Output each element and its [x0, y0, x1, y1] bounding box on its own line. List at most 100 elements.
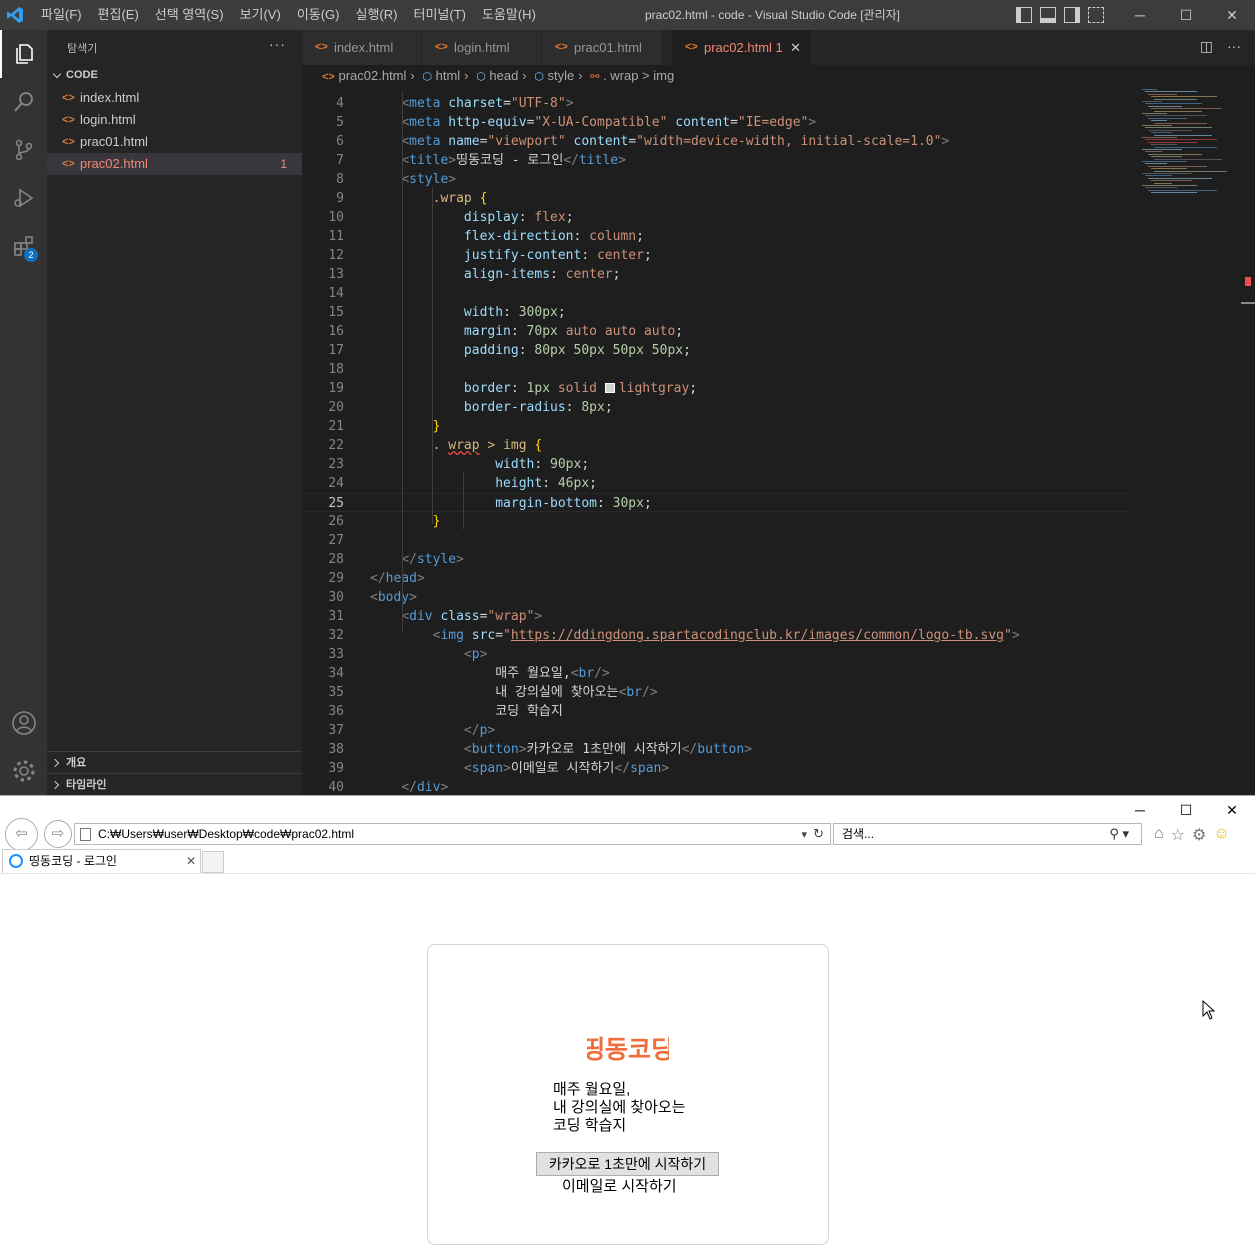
code-line[interactable]: 26 } — [302, 512, 1132, 531]
tab-login[interactable]: <> login.html — [422, 30, 542, 65]
toggle-sidebar-icon[interactable] — [1016, 7, 1032, 23]
source-control-icon[interactable] — [0, 126, 47, 174]
file-item-index[interactable]: <> index.html — [47, 87, 302, 109]
feedback-smiley-icon[interactable]: ☺ — [1213, 825, 1229, 845]
code-line[interactable]: 10 display: flex; — [302, 208, 1132, 227]
code-line[interactable]: 14 — [302, 284, 1132, 303]
menu-file[interactable]: 파일(F) — [33, 0, 90, 30]
breadcrumb-style[interactable]: style — [548, 68, 575, 83]
close-icon[interactable]: ✕ — [790, 30, 801, 65]
code-line[interactable]: 40 </div> — [302, 778, 1132, 795]
new-tab-icon[interactable] — [202, 851, 224, 873]
code-line[interactable]: 11 flex-direction: column; — [302, 227, 1132, 246]
file-item-prac01[interactable]: <> prac01.html — [47, 131, 302, 153]
code-line[interactable]: 8 <style> — [302, 170, 1132, 189]
breadcrumb-selector[interactable]: . wrap > img — [603, 68, 674, 83]
menu-edit[interactable]: 편집(E) — [90, 0, 147, 30]
search-input[interactable]: 검색... — [842, 824, 874, 844]
folder-header[interactable]: CODE — [47, 66, 302, 86]
refresh-icon[interactable]: ↻ — [813, 826, 824, 841]
file-item-prac02[interactable]: <> prac02.html 1 — [47, 153, 302, 175]
extensions-icon[interactable]: 2 — [0, 222, 47, 270]
close-icon[interactable]: ✕ — [1209, 796, 1255, 824]
more-actions-icon[interactable]: ··· — [269, 36, 286, 52]
code-line[interactable]: 32 <img src="https://ddingdong.spartacod… — [302, 626, 1132, 645]
code-line[interactable]: 16 margin: 70px auto auto auto; — [302, 322, 1132, 341]
code-line[interactable]: 24 height: 46px; — [302, 474, 1132, 493]
code-line[interactable]: 13 align-items: center; — [302, 265, 1132, 284]
code-editor[interactable]: 4 <meta charset="UTF-8"> 5 <meta http-equ… — [302, 87, 1255, 795]
address-bar[interactable]: C:₩Users₩user₩Desktop₩code₩prac02.html ▾… — [74, 823, 831, 845]
tools-gear-icon[interactable]: ⚙ — [1192, 825, 1206, 845]
code-line[interactable]: 34 매주 월요일,<br/> — [302, 664, 1132, 683]
code-line[interactable]: 12 justify-content: center; — [302, 246, 1132, 265]
tab-prac02[interactable]: <> prac02.html 1 ✕ — [672, 30, 812, 65]
kakao-start-button[interactable]: 카카오로 1초만에 시작하기 — [536, 1152, 719, 1176]
minimize-icon[interactable]: ─ — [1117, 796, 1163, 824]
code-line[interactable]: 4 <meta charset="UTF-8"> — [302, 94, 1132, 113]
code-line[interactable]: 9 .wrap { — [302, 189, 1132, 208]
split-editor-icon[interactable]: ◫ — [1200, 38, 1213, 55]
code-line[interactable]: 37 </p> — [302, 721, 1132, 740]
search-icon[interactable] — [0, 78, 47, 126]
settings-gear-icon[interactable] — [0, 747, 47, 795]
search-icon[interactable]: ⚲ ▾ — [1109, 824, 1129, 844]
close-icon[interactable]: ✕ — [186, 850, 196, 872]
timeline-section[interactable]: 타임라인 — [47, 773, 302, 795]
file-item-login[interactable]: <> login.html — [47, 109, 302, 131]
code-line[interactable]: 39 <span>이메일로 시작하기</span> — [302, 759, 1132, 778]
menu-run[interactable]: 실행(R) — [348, 0, 406, 30]
menu-selection[interactable]: 선택 영역(S) — [147, 0, 232, 30]
code-line[interactable]: 5 <meta http-equiv="X-UA-Compatible" con… — [302, 113, 1132, 132]
code-line[interactable]: 33 <p> — [302, 645, 1132, 664]
code-line[interactable]: 17 padding: 80px 50px 50px 50px; — [302, 341, 1132, 360]
code-line[interactable]: 22 . wrap > img { — [302, 436, 1132, 455]
customize-layout-icon[interactable] — [1088, 7, 1104, 23]
code-line[interactable]: 25 margin-bottom: 30px; — [302, 493, 1132, 512]
tab-prac01[interactable]: <> prac01.html — [542, 30, 662, 65]
code-line[interactable]: 35 내 강의실에 찾아오는<br/> — [302, 683, 1132, 702]
code-line[interactable]: 28 </style> — [302, 550, 1132, 569]
back-icon[interactable]: ⇦ — [5, 818, 38, 851]
code-line[interactable]: 6 <meta name="viewport" content="width=d… — [302, 132, 1132, 151]
code-line[interactable]: 31 <div class="wrap"> — [302, 607, 1132, 626]
menu-help[interactable]: 도움말(H) — [474, 0, 544, 30]
code-line[interactable]: 21 } — [302, 417, 1132, 436]
breadcrumb-head[interactable]: head — [489, 68, 518, 83]
code-line[interactable]: 38 <button>카카오로 1초만에 시작하기</button> — [302, 740, 1132, 759]
breadcrumb-html[interactable]: html — [436, 68, 461, 83]
dropdown-icon[interactable]: ▾ — [801, 829, 807, 841]
forward-icon[interactable]: ⇨ — [44, 820, 72, 848]
toggle-panel-icon[interactable] — [1040, 7, 1056, 23]
menu-go[interactable]: 이동(G) — [289, 0, 348, 30]
code-line[interactable]: 19 border: 1px solid lightgray; — [302, 379, 1132, 398]
more-actions-icon[interactable]: ··· — [1227, 38, 1241, 55]
editor-scrollbar[interactable] — [1241, 87, 1255, 795]
menu-view[interactable]: 보기(V) — [232, 0, 289, 30]
breadcrumb-file[interactable]: prac02.html — [338, 68, 406, 83]
account-icon[interactable] — [0, 699, 47, 747]
code-line[interactable]: 7 <title>띵동코딩 - 로그인</title> — [302, 151, 1132, 170]
run-debug-icon[interactable] — [0, 174, 47, 222]
minimize-icon[interactable]: ─ — [1117, 0, 1163, 30]
close-icon[interactable]: ✕ — [1209, 0, 1255, 30]
code-line[interactable]: 20 border-radius: 8px; — [302, 398, 1132, 417]
browser-tab[interactable]: 띵동코딩 - 로그인 ✕ — [2, 849, 201, 873]
code-line[interactable]: 27 — [302, 531, 1132, 550]
menu-terminal[interactable]: 터미널(T) — [405, 0, 473, 30]
code-line[interactable]: 15 width: 300px; — [302, 303, 1132, 322]
maximize-icon[interactable]: ☐ — [1163, 796, 1209, 824]
code-line[interactable]: 29 </head> — [302, 569, 1132, 588]
code-line[interactable]: 18 — [302, 360, 1132, 379]
maximize-icon[interactable]: ☐ — [1163, 0, 1209, 30]
home-icon[interactable]: ⌂ — [1154, 825, 1164, 845]
favorites-star-icon[interactable]: ☆ — [1171, 825, 1185, 845]
outline-section[interactable]: 개요 — [47, 751, 302, 773]
minimap[interactable] — [1132, 87, 1240, 207]
explorer-icon[interactable] — [0, 30, 47, 78]
toggle-secondary-sidebar-icon[interactable] — [1064, 7, 1080, 23]
color-swatch[interactable] — [604, 383, 615, 393]
code-line[interactable]: 30 <body> — [302, 588, 1132, 607]
code-line[interactable]: 23 width: 90px; — [302, 455, 1132, 474]
tab-index[interactable]: <> index.html — [302, 30, 422, 65]
